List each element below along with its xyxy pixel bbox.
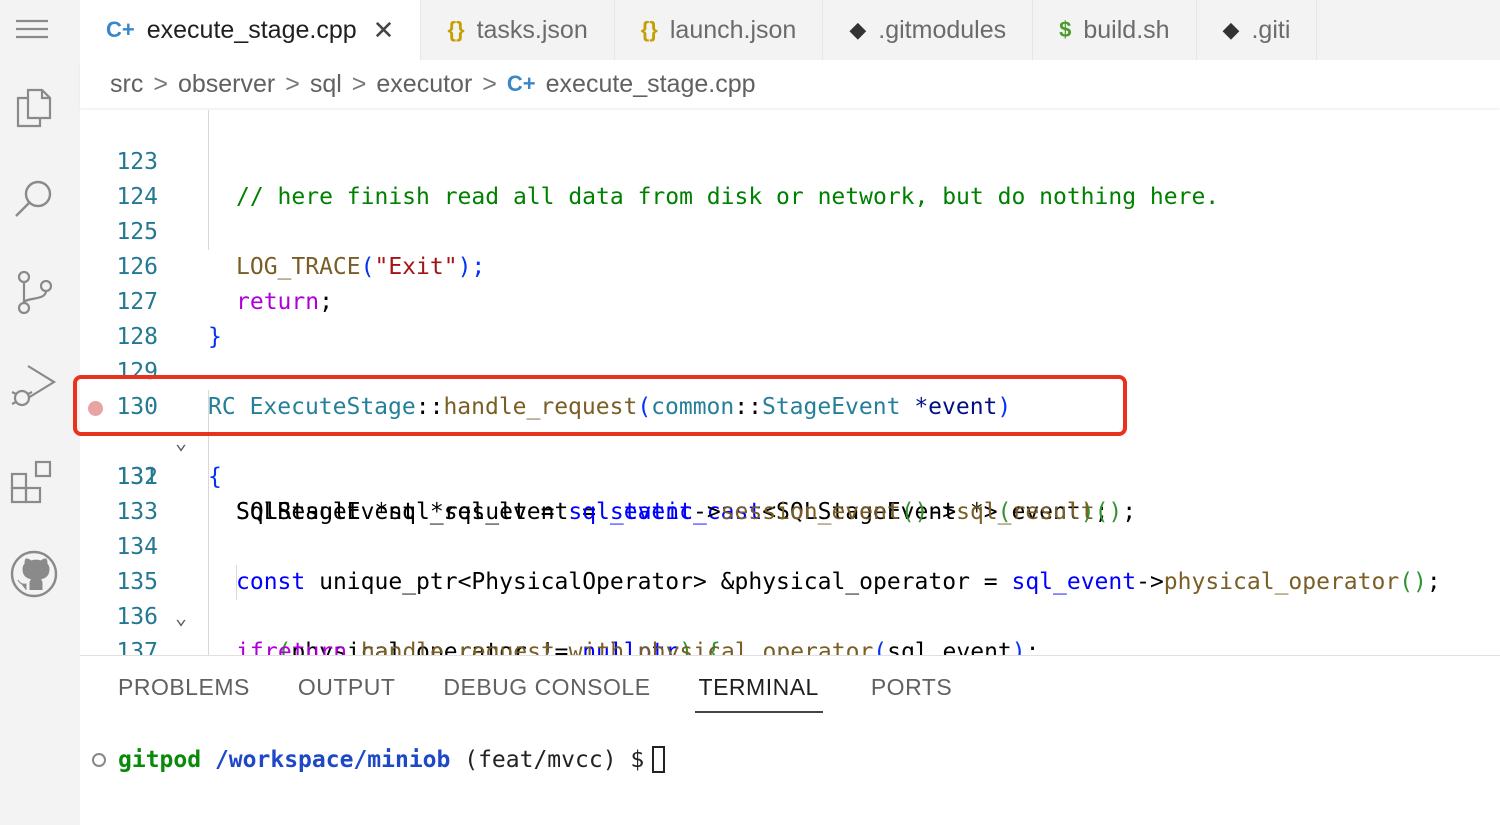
code-line: 126 return; <box>80 215 1500 315</box>
bottom-panel: PROBLEMS OUTPUT DEBUG CONSOLE TERMINAL P… <box>80 655 1500 825</box>
terminal-user: gitpod <box>118 746 202 773</box>
source-control-icon[interactable] <box>10 268 58 316</box>
terminal-cursor <box>652 746 666 773</box>
code-line: 138 <box>80 635 1500 655</box>
breadcrumb-item[interactable]: observer <box>178 70 275 99</box>
chevron-right-icon: > <box>351 69 367 98</box>
editor-tab-bar: C+ execute_stage.cpp ✕ {} tasks.json {} … <box>80 0 1500 60</box>
cpp-file-icon: C+ <box>506 71 536 96</box>
tab-gitmodules[interactable]: ◆ .gitmodules <box>823 0 1034 60</box>
git-file-icon: ◆ <box>1222 17 1240 42</box>
shell-file-icon: $ <box>1059 17 1072 42</box>
tab-debug-console[interactable]: DEBUG CONSOLE <box>443 674 650 713</box>
activity-bar <box>0 0 80 825</box>
chevron-right-icon: > <box>482 69 497 98</box>
chevron-right-icon: > <box>285 69 300 98</box>
breadcrumb: src > observer > sql > executor > C+ exe… <box>80 60 1500 108</box>
search-icon[interactable] <box>10 174 58 222</box>
terminal-branch: (feat/mvcc) <box>464 746 617 773</box>
tab-label: tasks.json <box>476 15 588 44</box>
explorer-icon[interactable] <box>10 84 58 132</box>
code-line: 128 <box>80 285 1500 350</box>
code-line: 136 return handle_request_with_physical_… <box>80 565 1500 655</box>
terminal[interactable]: gitpod /workspace/miniob (feat/mvcc) $ <box>92 746 666 773</box>
chevron-right-icon: > <box>153 69 168 98</box>
code-line: 132 SqlResult *sql_result = sql_event->s… <box>80 425 1500 525</box>
tab-problems[interactable]: PROBLEMS <box>118 674 250 713</box>
tab-label: build.sh <box>1083 15 1170 44</box>
terminal-prompt: $ <box>630 746 645 773</box>
json-file-icon: {} <box>640 17 658 42</box>
tab-terminal[interactable]: TERMINAL <box>694 674 823 713</box>
breadcrumb-item[interactable]: executor <box>376 70 472 99</box>
code-line: 137 } <box>80 600 1500 655</box>
tab-label: execute_stage.cpp <box>146 15 357 44</box>
json-file-icon: {} <box>447 17 465 42</box>
code-line: 134 const unique_ptr<PhysicalOperator> &… <box>80 495 1500 595</box>
code-line: 123 // here finish read all data from di… <box>80 110 1500 210</box>
tab-tasks-json[interactable]: {} tasks.json <box>421 0 615 60</box>
github-icon[interactable] <box>10 550 58 598</box>
tab-label: .giti <box>1251 15 1291 44</box>
code-editor[interactable]: 123 // here finish read all data from di… <box>80 110 1500 655</box>
breakpoint-icon[interactable] <box>88 401 103 416</box>
code-line: 130 ⌄ { <box>80 355 1500 490</box>
run-debug-icon[interactable] <box>10 362 58 410</box>
close-icon[interactable]: ✕ <box>373 15 395 46</box>
extensions-icon[interactable] <box>10 458 58 506</box>
panel-tabs: PROBLEMS OUTPUT DEBUG CONSOLE TERMINAL P… <box>118 674 1000 713</box>
code-line: 124 <box>80 145 1500 210</box>
tab-execute-stage-cpp[interactable]: C+ execute_stage.cpp ✕ <box>80 0 422 60</box>
tab-ports[interactable]: PORTS <box>871 674 952 713</box>
menu-icon[interactable] <box>8 5 56 53</box>
terminal-path: /workspace/miniob <box>214 746 451 773</box>
tab-gitignore[interactable]: ◆ .giti <box>1197 0 1318 60</box>
code-line: 133 <box>80 460 1500 525</box>
tab-label: launch.json <box>669 15 797 44</box>
breadcrumb-item[interactable]: src <box>110 70 143 99</box>
breadcrumb-file[interactable]: execute_stage.cpp <box>546 70 756 99</box>
cpp-file-icon: C+ <box>106 17 135 42</box>
tab-launch-json[interactable]: {} launch.json <box>615 0 824 60</box>
tab-build-sh[interactable]: $ build.sh <box>1033 0 1197 60</box>
circle-icon <box>92 752 106 767</box>
code-line: 135 ⌄ if (physical_operator != nullptr) … <box>80 530 1500 655</box>
code-line: 129 RC ExecuteStage::handle_request(comm… <box>80 320 1500 420</box>
code-line: 131 SQLStageEvent *sql_event = static_ca… <box>80 390 1500 525</box>
code-line: 127 } <box>80 250 1500 350</box>
tab-label: .gitmodules <box>878 15 1007 44</box>
breadcrumb-item[interactable]: sql <box>310 70 342 99</box>
git-file-icon: ◆ <box>849 17 867 42</box>
tab-output[interactable]: OUTPUT <box>298 674 396 713</box>
code-line: 125 LOG_TRACE("Exit"); <box>80 180 1500 280</box>
